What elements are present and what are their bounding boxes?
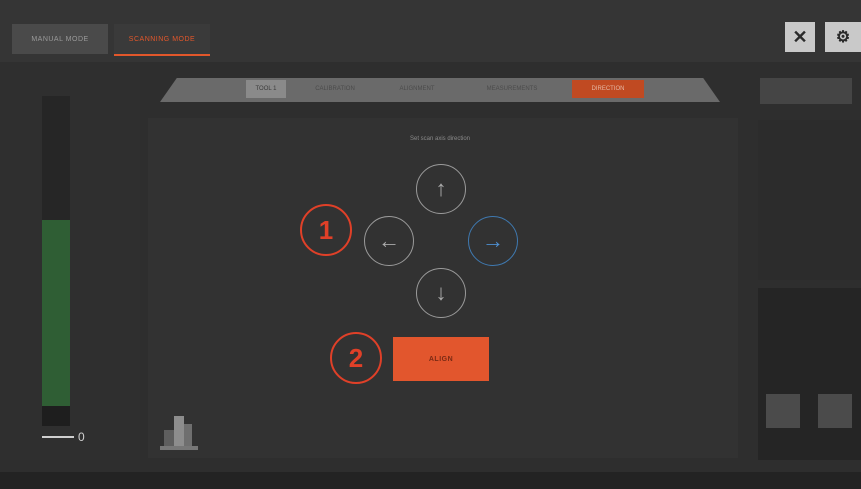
tab-manual-mode[interactable]: MANUAL MODE [12,24,108,54]
level-meter-fill [42,220,70,406]
arrow-down-icon: ↓ [435,280,447,305]
small-button-2[interactable] [818,394,852,428]
close-icon: ✕ [792,26,808,47]
right-top-button[interactable] [760,78,852,104]
right-panel [758,120,861,280]
subtab-measurements[interactable]: MEASUREMENTS [464,80,560,98]
window-title [380,30,430,46]
tab-scanning-mode[interactable]: SCANNING MODE [114,24,210,56]
level-marker [42,436,74,438]
arrow-up-button[interactable]: ↑ [416,164,466,214]
subtab-calibration[interactable]: CALIBRATION [298,80,372,98]
status-bar [0,472,861,489]
level-value: 0 [78,430,85,444]
align-button[interactable]: ALIGN [393,337,489,381]
callout-1: 1 [300,204,352,256]
left-panel [0,62,140,460]
small-button-1[interactable] [766,394,800,428]
arrow-left-icon: ← [378,228,400,253]
arrow-down-button[interactable]: ↓ [416,268,466,318]
subtab-tool[interactable]: TOOL 1 [246,80,286,98]
right-lower-panel [758,288,861,460]
callout-2: 2 [330,332,382,384]
level-meter-base [42,406,70,426]
arrow-right-button[interactable]: → [468,216,518,266]
arrow-up-icon: ↑ [435,176,447,201]
subtab-alignment[interactable]: ALIGNMENT [380,80,454,98]
arrow-left-button[interactable]: ← [364,216,414,266]
top-bar: MANUAL MODE SCANNING MODE ✕ ⚙ [0,0,861,62]
gear-icon: ⚙ [835,29,851,46]
instruction-text: Set scan axis direction [409,136,471,142]
arrow-right-icon: → [482,228,504,253]
scanner-device-icon [160,416,198,450]
settings-button[interactable]: ⚙ [825,22,861,52]
close-button[interactable]: ✕ [785,22,815,52]
subtab-direction[interactable]: DIRECTION [572,80,644,98]
